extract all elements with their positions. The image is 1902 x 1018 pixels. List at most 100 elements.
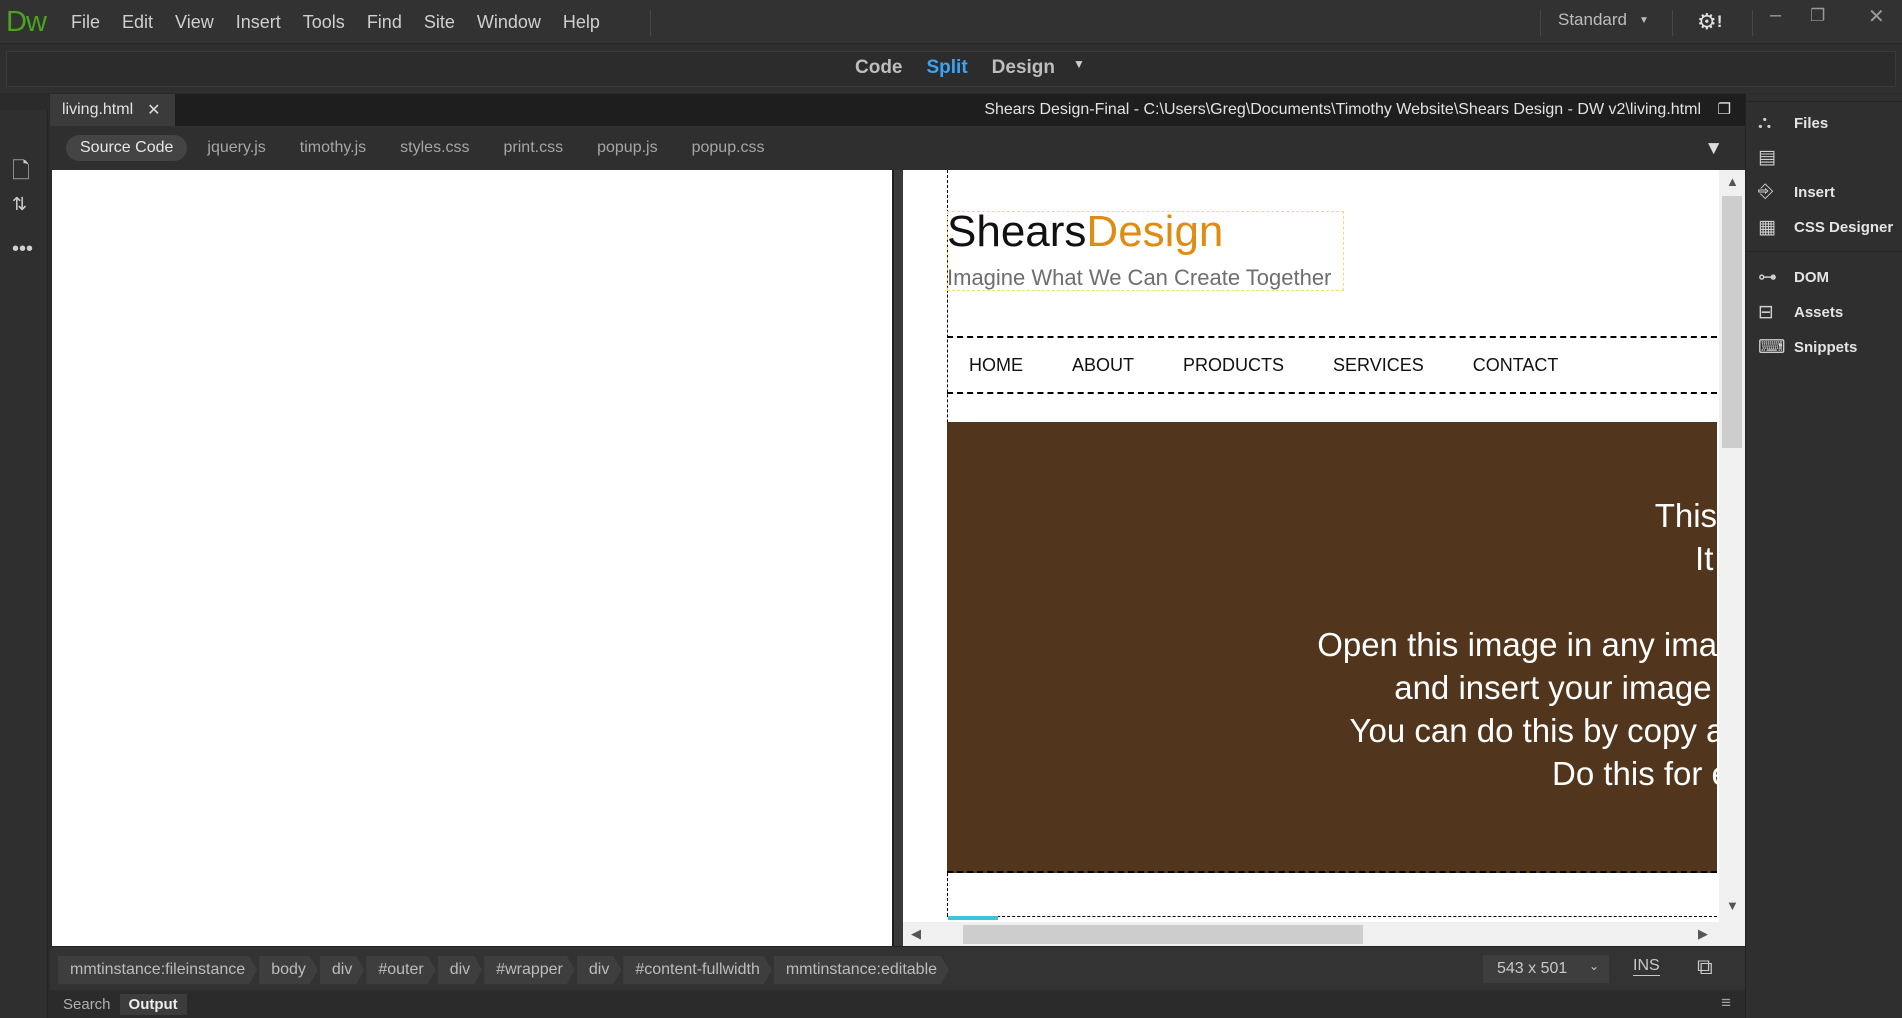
nav-about[interactable]: ABOUT	[1072, 355, 1134, 376]
menu-divider	[650, 10, 651, 36]
tag-item[interactable]: div	[320, 956, 364, 984]
banner-line: Open this image in any image editor (suc	[1317, 626, 1717, 663]
related-file-popup-js[interactable]: popup.js	[583, 135, 672, 161]
tab-output[interactable]: Output	[119, 994, 187, 1015]
horizontal-scroll-thumb[interactable]	[963, 925, 1363, 944]
tag-item[interactable]: div	[577, 956, 621, 984]
menu-view[interactable]: View	[164, 12, 225, 33]
related-file-source-code[interactable]: Source Code	[66, 135, 188, 161]
menu-divider	[1752, 10, 1753, 36]
document-path: Shears Design-Final - C:\Users\Greg\Docu…	[984, 101, 1701, 118]
split-view-button[interactable]: Split	[927, 57, 968, 79]
related-files-list: Source Code jquery.js timothy.js styles.…	[66, 135, 785, 161]
banner-line: You can do this by copy and paste or b	[1349, 712, 1717, 749]
banner-line: This is the banner	[1654, 497, 1717, 534]
open-document-icon[interactable]: 🗋	[12, 154, 30, 192]
brand-name-part1: Shears	[947, 207, 1087, 256]
panel-label: CSS Designer	[1794, 219, 1894, 236]
panel-dom[interactable]: ⊶ DOM	[1758, 266, 1829, 289]
restore-window-icon[interactable]: ❐	[1718, 100, 1731, 118]
design-view-button[interactable]: Design	[992, 57, 1055, 79]
document-tab[interactable]: living.html ✕	[50, 94, 175, 126]
view-switcher: Code Split Design ▼	[855, 57, 1109, 79]
document-tab-label: living.html	[62, 101, 134, 118]
tag-item[interactable]: #content-fullwidth	[623, 956, 772, 984]
related-file-timothy[interactable]: timothy.js	[286, 135, 380, 161]
scroll-left-icon[interactable]: ◀	[911, 926, 921, 942]
gear-icon[interactable]: ⚙!	[1697, 9, 1722, 35]
file-transfer-icon[interactable]: ⇅	[12, 194, 27, 215]
tag-item[interactable]: div	[438, 956, 482, 984]
tag-item[interactable]: body	[259, 956, 318, 984]
close-icon[interactable]: ✕	[147, 100, 160, 120]
banner-line: Do this for each image in	[1551, 755, 1717, 792]
horizontal-scrollbar[interactable]: ◀ ▶	[903, 922, 1745, 946]
tag-item[interactable]: mmtinstance:editable	[774, 956, 949, 984]
nav-home[interactable]: HOME	[969, 355, 1023, 376]
more-options-icon[interactable]: •••	[12, 238, 33, 261]
snippets-icon: ⌨	[1758, 337, 1786, 358]
menu-edit[interactable]: Edit	[111, 12, 164, 33]
menu-list: File Edit View Insert Tools Find Site Wi…	[60, 0, 611, 44]
scroll-right-icon[interactable]: ▶	[1698, 926, 1708, 942]
close-icon[interactable]: ✕	[1868, 4, 1885, 29]
document-tab-bar: living.html ✕ Shears Design-Final - C:\U…	[50, 94, 1745, 126]
left-toolbar: 🗋 ⇅ •••	[0, 110, 48, 1018]
menu-tools[interactable]: Tools	[292, 12, 356, 33]
code-editor[interactable]	[52, 170, 892, 946]
panel-css-designer[interactable]: ▦ CSS Designer	[1758, 216, 1893, 239]
tag-selector: mmtinstance:fileinstance body div #outer…	[58, 956, 951, 984]
workspace-switcher[interactable]: Standard ▼	[1558, 10, 1649, 30]
code-view-button[interactable]: Code	[855, 57, 903, 79]
nav-contact[interactable]: CONTACT	[1473, 355, 1559, 376]
chevron-down-icon: ⌄	[1588, 959, 1599, 973]
banner-line: It is 900px x 30	[1695, 540, 1717, 577]
dock-divider	[1746, 251, 1902, 252]
live-view[interactable]: ShearsDesign Imagine What We Can Create …	[903, 170, 1745, 946]
related-file-popup-css[interactable]: popup.css	[678, 135, 779, 161]
scroll-down-icon[interactable]: ▼	[1726, 898, 1739, 913]
tag-item[interactable]: #outer	[366, 956, 435, 984]
related-file-styles[interactable]: styles.css	[386, 135, 483, 161]
tag-item[interactable]: #wrapper	[484, 956, 575, 984]
panel-insert[interactable]: ⎆ Insert	[1758, 181, 1835, 203]
panel-dock: ⛬ Files ▤ ⎆ Insert ▦ CSS Designer ⊶ DOM …	[1745, 94, 1902, 1018]
menu-insert[interactable]: Insert	[225, 12, 292, 33]
restore-icon[interactable]: ❐	[1810, 6, 1825, 26]
panel-files[interactable]: ⛬ Files	[1758, 112, 1828, 134]
panel-snippets[interactable]: ⌨ Snippets	[1758, 336, 1857, 359]
vertical-scroll-thumb[interactable]	[1722, 196, 1742, 448]
menu-site[interactable]: Site	[413, 12, 466, 33]
panel-menu-icon[interactable]: ≡	[1721, 993, 1731, 1013]
dock-divider	[1746, 101, 1902, 102]
menu-file[interactable]: File	[60, 12, 111, 33]
minimize-icon[interactable]: –	[1770, 4, 1781, 27]
files-icon: ⛬	[1758, 112, 1772, 133]
panel-label: DOM	[1794, 269, 1829, 286]
related-file-jquery[interactable]: jquery.js	[193, 135, 279, 161]
insert-mode-indicator[interactable]: INS	[1633, 957, 1660, 976]
library-icon: ▤	[1758, 147, 1776, 168]
preview-icon[interactable]: ⧉	[1697, 954, 1713, 980]
menu-find[interactable]: Find	[356, 12, 413, 33]
related-file-print[interactable]: print.css	[490, 135, 578, 161]
output-panel-bar: Search Output ≡	[50, 990, 1745, 1018]
panel-library[interactable]: ▤	[1758, 146, 1788, 169]
menu-help[interactable]: Help	[552, 12, 611, 33]
nav-products[interactable]: PRODUCTS	[1183, 355, 1284, 376]
assets-icon: ⊟	[1758, 302, 1774, 323]
vertical-scrollbar[interactable]: ▲ ▼	[1719, 170, 1745, 922]
scroll-up-icon[interactable]: ▲	[1726, 174, 1739, 189]
window-size-select[interactable]: 543 x 501 ⌄	[1483, 955, 1609, 983]
menu-window[interactable]: Window	[466, 12, 552, 33]
filter-icon[interactable]: ▼	[1704, 138, 1723, 160]
split-divider[interactable]	[892, 170, 903, 946]
panel-assets[interactable]: ⊟ Assets	[1758, 301, 1843, 324]
tag-item[interactable]: mmtinstance:fileinstance	[58, 956, 257, 984]
menu-divider	[1540, 10, 1541, 36]
chevron-down-icon[interactable]: ▼	[1073, 57, 1085, 79]
tab-search[interactable]: Search	[54, 994, 120, 1015]
content-outline	[947, 916, 1727, 917]
related-files-bar: Source Code jquery.js timothy.js styles.…	[50, 126, 1745, 170]
nav-services[interactable]: SERVICES	[1333, 355, 1424, 376]
